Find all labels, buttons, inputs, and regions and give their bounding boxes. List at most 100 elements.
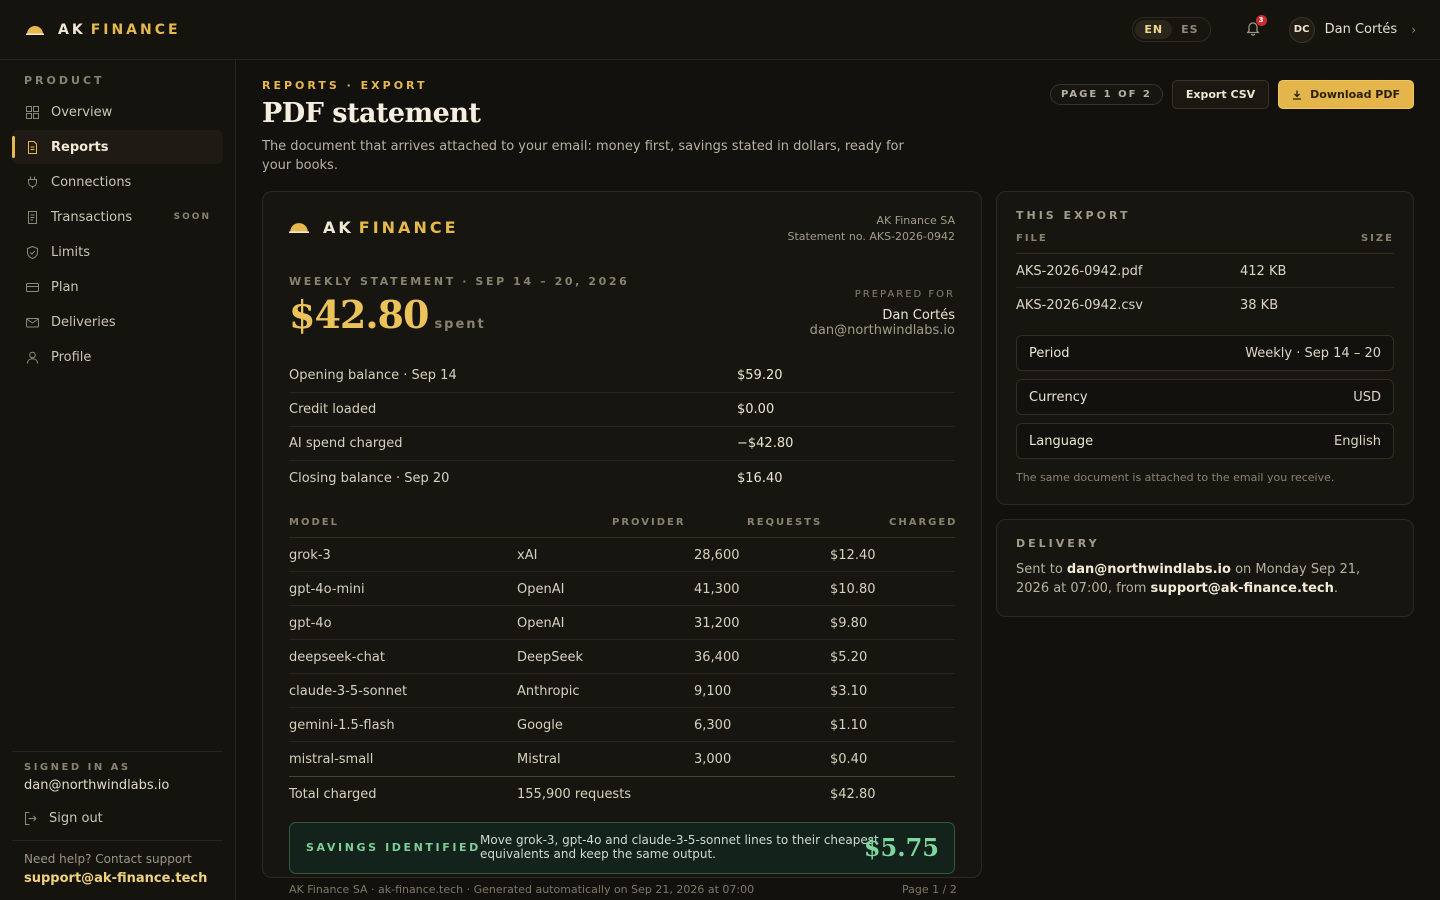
requests-cell: 28,600 xyxy=(694,548,740,563)
total-requests: 155,900 requests xyxy=(517,787,632,802)
sidebar-item-label: Transactions xyxy=(51,209,133,225)
export-note: The same document is attached to the ema… xyxy=(1016,471,1335,484)
brand-name-finance: FINANCE xyxy=(90,21,181,38)
sidebar-item-reports[interactable]: Reports xyxy=(12,130,223,164)
balance-label: Closing balance · Sep 20 xyxy=(289,470,450,486)
balance-row: Credit loaded $0.00 xyxy=(289,393,955,427)
card-icon xyxy=(26,282,39,292)
sign-out-label: Sign out xyxy=(49,811,103,826)
signed-in-label: SIGNED IN AS xyxy=(24,762,131,773)
balance-value: $0.00 xyxy=(737,402,775,417)
table-row: grok-3 xAI 28,600 $12.40 xyxy=(289,538,955,572)
provider-cell: Anthropic xyxy=(517,684,580,699)
period-setting[interactable]: Period Weekly · Sep 14 – 20 xyxy=(1016,335,1394,371)
export-file-row[interactable]: AKS-2026-0942.pdf 412 KB xyxy=(1016,254,1394,288)
sidebar-divider xyxy=(12,840,223,841)
provider-cell: OpenAI xyxy=(517,582,565,597)
statement-period: WEEKLY STATEMENT · SEP 14 – 20, 2026 xyxy=(289,275,630,288)
balance-label: Credit loaded xyxy=(289,402,377,417)
total-charged: $42.80 xyxy=(830,787,876,802)
support-email-link[interactable]: support@ak-finance.tech xyxy=(24,871,207,886)
delivery-recipient-email: dan@northwindlabs.io xyxy=(1066,562,1231,577)
setting-label: Language xyxy=(1029,433,1094,449)
plug-icon xyxy=(28,176,37,188)
company-name: AK Finance SA xyxy=(876,214,955,227)
requests-cell: 31,200 xyxy=(694,616,740,631)
card-title: DELIVERY xyxy=(1016,537,1100,550)
charged-cell: $9.80 xyxy=(830,616,868,631)
brand-name-ak: AK xyxy=(323,218,354,237)
total-row: Total charged 155,900 requests $42.80 xyxy=(289,776,955,810)
setting-value: Weekly · Sep 14 – 20 xyxy=(1245,345,1381,361)
sidebar-item-deliveries[interactable]: Deliveries xyxy=(12,305,223,339)
sidebar-item-label: Overview xyxy=(51,104,113,120)
charged-cell: $3.10 xyxy=(830,684,868,699)
savings-value: $5.75 xyxy=(863,833,939,862)
charged-cell: $12.40 xyxy=(830,548,876,563)
column-header-requests: REQUESTS xyxy=(747,517,823,528)
file-name: AKS-2026-0942.csv xyxy=(1016,298,1143,313)
model-cell: gpt-4o xyxy=(289,616,332,631)
currency-setting[interactable]: Currency USD xyxy=(1016,379,1394,415)
table-row: gemini-1.5-flash Google 6,300 $1.10 xyxy=(289,708,955,742)
mail-icon xyxy=(26,317,39,327)
model-cell: grok-3 xyxy=(289,548,331,563)
column-header-model: MODEL xyxy=(289,517,339,528)
savings-callout: SAVINGS IDENTIFIED Move grok-3, gpt-4o a… xyxy=(289,822,955,874)
page-indicator: PAGE 1 OF 2 xyxy=(1050,84,1163,105)
sidebar-section-title: PRODUCT xyxy=(24,74,105,87)
charged-cell: $5.20 xyxy=(830,650,868,665)
language-switcher: EN ES xyxy=(1132,17,1211,42)
file-name: AKS-2026-0942.pdf xyxy=(1016,264,1143,279)
help-block: Need help? Contact support support@ak-fi… xyxy=(24,850,207,888)
file-size: 412 KB xyxy=(1240,264,1287,279)
sidebar-item-plan[interactable]: Plan xyxy=(12,270,223,304)
requests-cell: 41,300 xyxy=(694,582,740,597)
column-header-charged: CHARGED xyxy=(889,517,958,528)
setting-label: Period xyxy=(1029,345,1070,361)
main-content: REPORTS · EXPORT PDF statement The docum… xyxy=(262,60,1414,900)
notifications-button[interactable]: 3 xyxy=(1245,14,1267,39)
statement-footer: AK Finance SA · ak-finance.tech · Genera… xyxy=(289,883,755,896)
page-description: The document that arrives attached to yo… xyxy=(262,139,904,173)
balance-label: Opening balance · Sep 14 xyxy=(289,368,457,383)
sidebar-item-profile[interactable]: Profile xyxy=(12,340,223,374)
provider-cell: Google xyxy=(517,718,563,733)
sidebar-item-connections[interactable]: Connections xyxy=(12,165,223,199)
sidebar-divider xyxy=(12,751,223,752)
language-es-button[interactable]: ES xyxy=(1172,20,1207,39)
dome-logo-icon xyxy=(26,25,44,35)
balance-label: AI spend charged xyxy=(289,436,403,451)
balance-value: −$42.80 xyxy=(737,436,794,451)
avatar: DC xyxy=(1288,16,1315,43)
sidebar-item-label: Profile xyxy=(51,349,92,365)
language-setting[interactable]: Language English xyxy=(1016,423,1394,459)
grid-icon xyxy=(26,105,39,119)
table-row: claude-3-5-sonnet Anthropic 9,100 $3.10 xyxy=(289,674,955,708)
page-title: PDF statement xyxy=(262,98,481,129)
sidebar-item-transactions[interactable]: Transactions SOON xyxy=(12,200,223,234)
sidebar-item-label: Plan xyxy=(51,279,79,295)
setting-value: USD xyxy=(1353,389,1381,405)
brand-logo-link[interactable]: AK FINANCE xyxy=(26,22,181,38)
requests-cell: 36,400 xyxy=(694,650,740,665)
user-menu[interactable]: DC Dan Cortés › xyxy=(1288,16,1416,43)
language-en-button[interactable]: EN xyxy=(1135,20,1173,39)
table-row: mistral-small Mistral 3,000 $0.40 xyxy=(289,742,955,776)
export-csv-button[interactable]: Export CSV xyxy=(1171,80,1270,109)
column-header-provider: PROVIDER xyxy=(612,517,686,528)
user-icon xyxy=(27,351,38,364)
sidebar-item-limits[interactable]: Limits xyxy=(12,235,223,269)
export-file-row[interactable]: AKS-2026-0942.csv 38 KB xyxy=(1016,288,1394,322)
requests-cell: 3,000 xyxy=(694,752,732,767)
delivery-prefix: Sent to xyxy=(1016,562,1067,577)
dome-logo-icon xyxy=(289,223,309,233)
table-row: gpt-4o-mini OpenAI 41,300 $10.80 xyxy=(289,572,955,606)
sidebar-item-label: Connections xyxy=(51,174,132,190)
statement-brand: AK FINANCE xyxy=(289,218,459,237)
sidebar-item-overview[interactable]: Overview xyxy=(12,95,223,129)
chevron-right-icon: › xyxy=(1411,22,1416,37)
charged-cell: $10.80 xyxy=(830,582,876,597)
sign-out-button[interactable]: Sign out xyxy=(24,811,103,826)
download-pdf-button[interactable]: Download PDF xyxy=(1278,80,1414,109)
